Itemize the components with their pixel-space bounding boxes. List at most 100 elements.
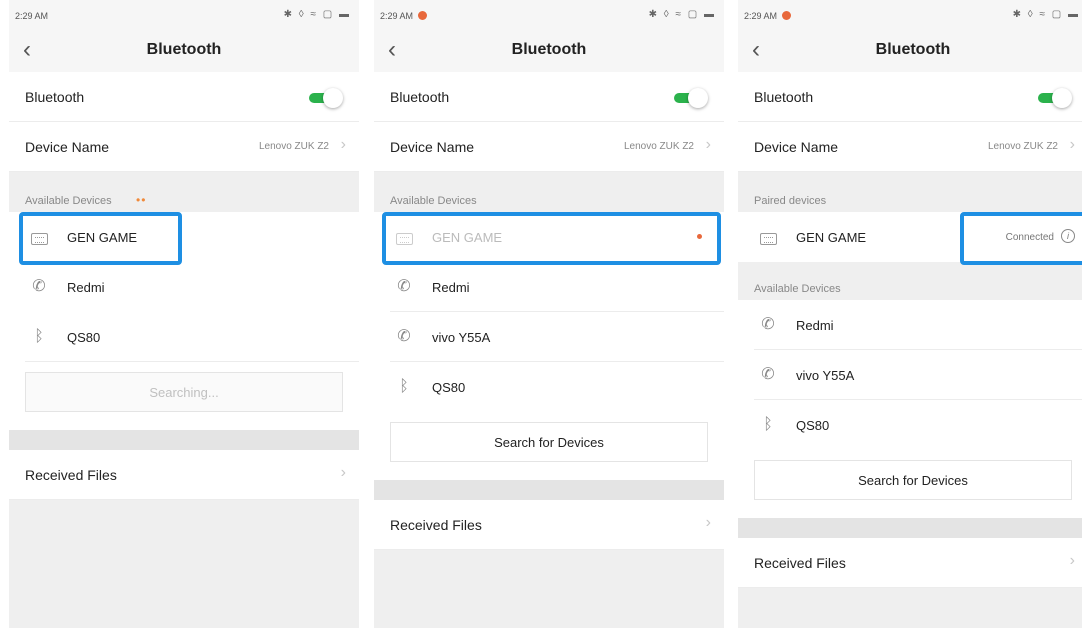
toggle-knob xyxy=(323,88,343,108)
device-name-row[interactable]: Device Name Lenovo ZUK Z2 › xyxy=(374,122,724,172)
status-bar: 2:29 AM ✱ ◊ ≈ ▢ ▬ xyxy=(738,0,1082,30)
keyboard-icon xyxy=(758,227,778,247)
highlight-box xyxy=(382,212,721,265)
bluetooth-toggle-row[interactable]: Bluetooth xyxy=(738,72,1082,122)
bluetooth-toggle[interactable] xyxy=(307,88,343,108)
device-name-row[interactable]: Device Name Lenovo ZUK Z2 › xyxy=(738,122,1082,172)
received-files-label: Received Files xyxy=(390,517,482,533)
device-item-qs80[interactable]: ᛒ QS80 xyxy=(738,400,1082,450)
device-name-value: Lenovo ZUK Z2 xyxy=(987,141,1058,152)
system-status-icons: ✱ ◊ ≈ ▢ ▬ xyxy=(283,9,351,20)
toggle-knob xyxy=(688,88,708,108)
section-label: Available Devices xyxy=(390,195,477,207)
device-name-label: Device Name xyxy=(25,139,110,155)
status-time: 2:29 AM xyxy=(380,11,414,21)
device-item-vivo-y55a[interactable]: ✆ vivo Y55A xyxy=(374,312,724,362)
bluetooth-toggle-row[interactable]: Bluetooth xyxy=(374,72,724,122)
paired-devices-header: Paired devices xyxy=(738,172,1082,212)
loading-dots-icon: •• xyxy=(136,193,147,207)
device-name-label: Device Name xyxy=(390,139,475,155)
search-button-area: Searching... xyxy=(9,362,359,430)
device-item-redmi[interactable]: ✆ Redmi xyxy=(738,300,1082,350)
phone-screen-1: 2:29 AM ✱ ◊ ≈ ▢ ▬ ‹ Bluetooth Bluetooth … xyxy=(9,0,359,628)
device-name: GEN GAME xyxy=(796,230,867,245)
chevron-right-icon: › xyxy=(340,464,346,481)
chevron-right-icon: › xyxy=(1069,136,1075,153)
device-item-vivo-y55a[interactable]: ✆ vivo Y55A xyxy=(738,350,1082,400)
bluetooth-toggle[interactable] xyxy=(672,88,708,108)
bluetooth-label: Bluetooth xyxy=(754,89,814,105)
highlight-box xyxy=(960,212,1082,265)
device-item-qs80[interactable]: ᛒ QS80 xyxy=(374,362,724,412)
section-gap xyxy=(374,480,724,500)
chevron-right-icon: › xyxy=(340,136,346,153)
chevron-right-icon: › xyxy=(705,136,711,153)
device-item-qs80[interactable]: ᛒ QS80 xyxy=(9,312,359,362)
device-item-redmi[interactable]: ✆ Redmi xyxy=(9,262,359,312)
received-files-row[interactable]: Received Files › xyxy=(9,450,359,500)
available-devices-header: Available Devices xyxy=(738,262,1082,300)
device-name: Redmi xyxy=(432,280,470,295)
device-name-value: Lenovo ZUK Z2 xyxy=(258,141,329,152)
system-status-icons: ✱ ◊ ≈ ▢ ▬ xyxy=(648,9,716,20)
notification-dot-icon xyxy=(782,11,791,20)
received-files-label: Received Files xyxy=(754,555,846,571)
search-for-devices-button[interactable]: Search for Devices xyxy=(390,422,708,462)
section-label: Available Devices xyxy=(25,195,112,207)
received-files-label: Received Files xyxy=(25,467,117,483)
device-name: vivo Y55A xyxy=(796,368,855,383)
page-title: Bluetooth xyxy=(511,41,587,58)
phone-icon: ✆ xyxy=(761,316,775,333)
toggle-knob xyxy=(1052,88,1072,108)
device-name: QS80 xyxy=(796,418,830,433)
title-bar: ‹ Bluetooth xyxy=(9,30,359,72)
bluetooth-icon: ᛒ xyxy=(763,416,773,433)
device-name: vivo Y55A xyxy=(432,330,491,345)
phone-screen-2: 2:29 AM ✱ ◊ ≈ ▢ ▬ ‹ Bluetooth Bluetooth … xyxy=(374,0,724,628)
phone-icon: ✆ xyxy=(397,278,411,295)
search-button-area: Search for Devices xyxy=(374,412,724,480)
device-name-row[interactable]: Device Name Lenovo ZUK Z2 › xyxy=(9,122,359,172)
bluetooth-icon: ᛒ xyxy=(34,328,44,345)
chevron-right-icon: › xyxy=(705,514,711,531)
page-title: Bluetooth xyxy=(146,41,222,58)
title-bar: ‹ Bluetooth xyxy=(374,30,724,72)
chevron-right-icon: › xyxy=(1069,552,1075,569)
page-title: Bluetooth xyxy=(875,41,951,58)
status-bar: 2:29 AM ✱ ◊ ≈ ▢ ▬ xyxy=(374,0,724,30)
status-bar: 2:29 AM ✱ ◊ ≈ ▢ ▬ xyxy=(9,0,359,30)
bluetooth-label: Bluetooth xyxy=(390,89,450,105)
available-devices-header: Available Devices •• xyxy=(9,172,359,212)
bluetooth-label: Bluetooth xyxy=(25,89,85,105)
device-name-value: Lenovo ZUK Z2 xyxy=(623,141,694,152)
search-button-area: Search for Devices xyxy=(738,450,1082,518)
status-time: 2:29 AM xyxy=(744,11,778,21)
device-name: QS80 xyxy=(67,330,101,345)
phone-icon: ✆ xyxy=(761,366,775,383)
bluetooth-icon: ᛒ xyxy=(399,378,409,395)
bluetooth-toggle[interactable] xyxy=(1036,88,1072,108)
status-time: 2:29 AM xyxy=(15,11,49,21)
highlight-box xyxy=(19,212,182,265)
device-name: Redmi xyxy=(796,318,834,333)
phone-icon: ✆ xyxy=(32,278,46,295)
device-name: QS80 xyxy=(432,380,466,395)
device-name: Redmi xyxy=(67,280,105,295)
section-gap xyxy=(738,518,1082,538)
searching-button[interactable]: Searching... xyxy=(25,372,343,412)
section-gap xyxy=(9,430,359,450)
phone-icon: ✆ xyxy=(397,328,411,345)
available-devices-header: Available Devices xyxy=(374,172,724,212)
notification-dot-icon xyxy=(418,11,427,20)
device-item-redmi[interactable]: ✆ Redmi xyxy=(374,262,724,312)
search-for-devices-button[interactable]: Search for Devices xyxy=(754,460,1072,500)
received-files-row[interactable]: Received Files › xyxy=(738,538,1082,588)
section-label: Available Devices xyxy=(754,283,841,295)
bluetooth-toggle-row[interactable]: Bluetooth xyxy=(9,72,359,122)
received-files-row[interactable]: Received Files › xyxy=(374,500,724,550)
section-label: Paired devices xyxy=(754,195,827,207)
title-bar: ‹ Bluetooth xyxy=(738,30,1082,72)
device-name-label: Device Name xyxy=(754,139,839,155)
system-status-icons: ✱ ◊ ≈ ▢ ▬ xyxy=(1012,9,1080,20)
phone-screen-3: 2:29 AM ✱ ◊ ≈ ▢ ▬ ‹ Bluetooth Bluetooth … xyxy=(738,0,1082,628)
